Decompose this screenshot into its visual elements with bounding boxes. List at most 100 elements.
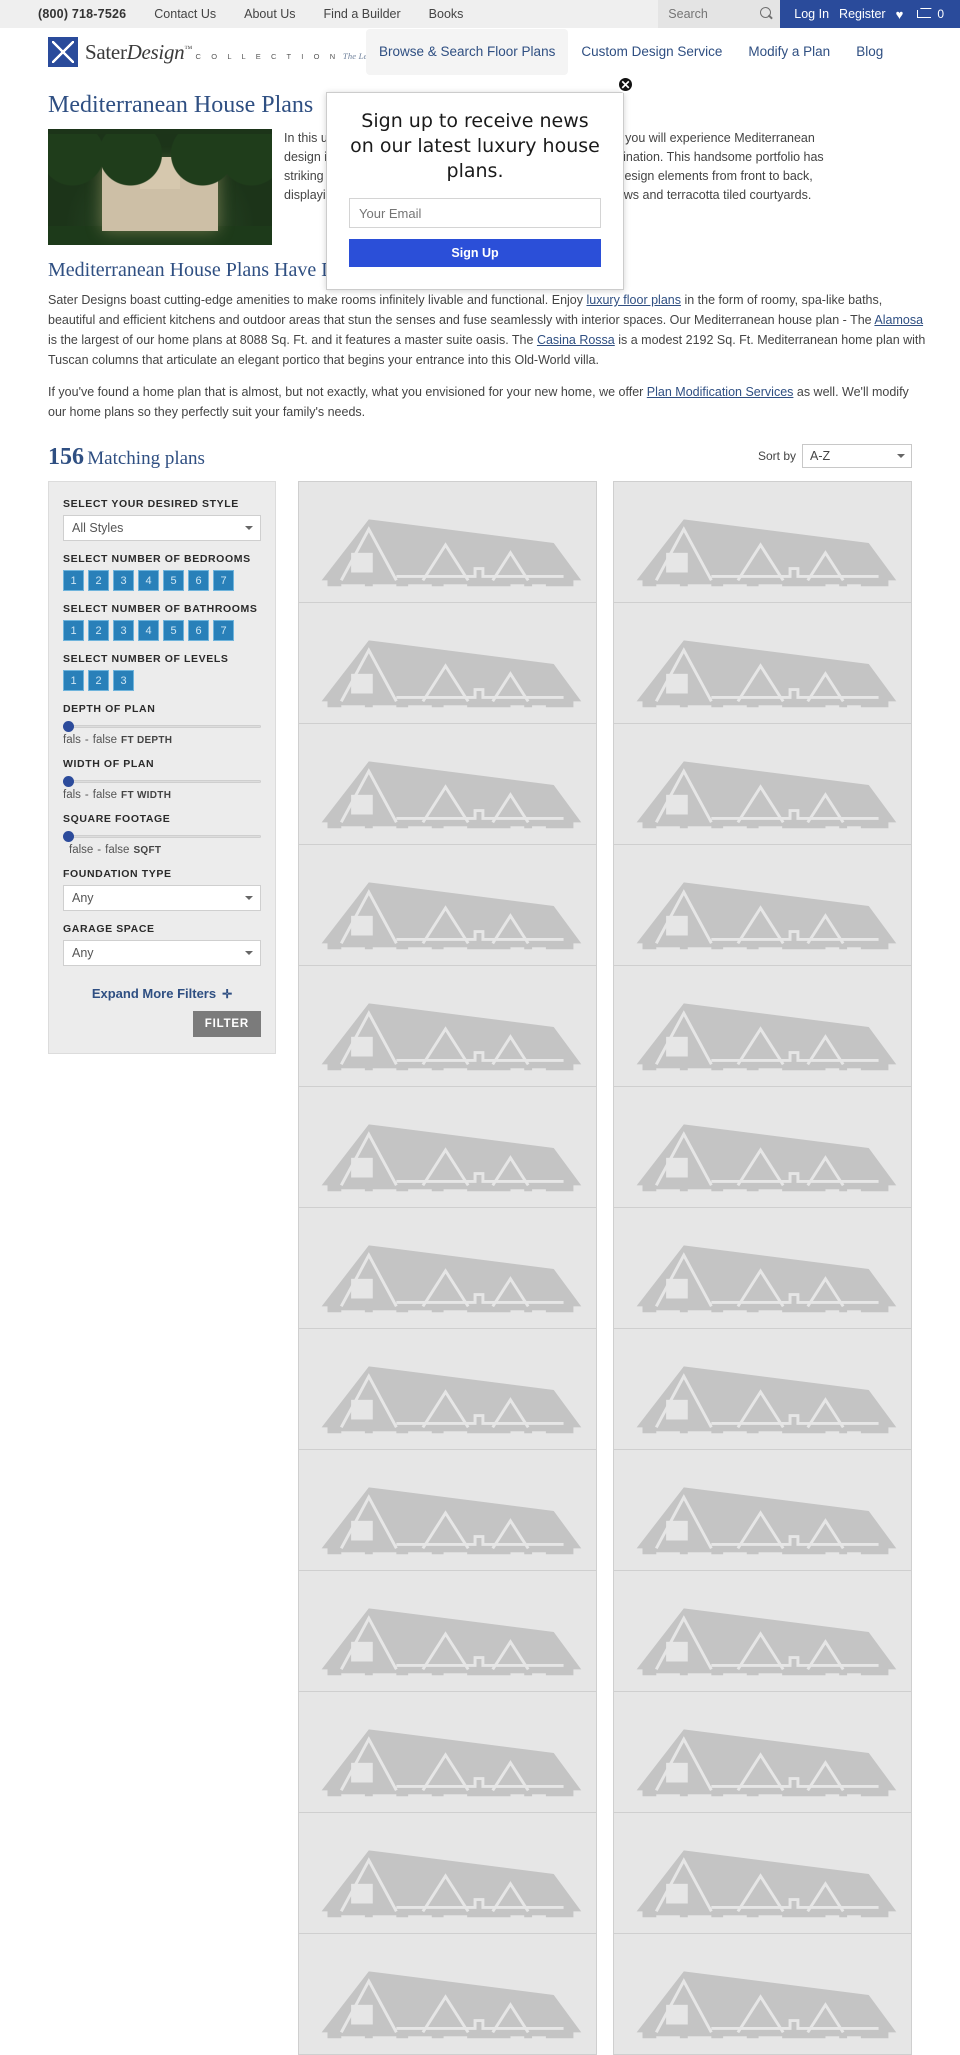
nav-blog[interactable]: Blog [843,29,896,75]
plan-results-grid [298,481,912,2055]
levels-filter-label: SELECT NUMBER OF LEVELS [63,653,229,665]
sqft-slider-handle[interactable] [63,831,74,842]
plan-card[interactable] [298,1691,597,1813]
style-select[interactable]: All Styles [63,515,261,541]
plan-card[interactable] [613,1933,912,2055]
plan-card[interactable] [613,1570,912,1692]
width-max-value: false [92,789,118,801]
expand-more-filters-button[interactable]: Expand More Filters ✛ [63,986,261,1001]
plan-card[interactable] [298,1933,597,2055]
logo-tm: ™ [184,43,192,53]
link-casina-rossa[interactable]: Casina Rossa [537,333,615,347]
bathrooms-option-3[interactable]: 3 [113,620,134,641]
bedrooms-option-3[interactable]: 3 [113,570,134,591]
modal-headline: Sign up to receive news on our latest lu… [350,110,600,182]
bathrooms-option-2[interactable]: 2 [88,620,109,641]
width-slider-handle[interactable] [63,776,74,787]
plan-card[interactable] [613,723,912,845]
plan-card[interactable] [298,844,597,966]
bedrooms-option-1[interactable]: 1 [63,570,84,591]
link-alamosa[interactable]: Alamosa [874,313,923,327]
search-icon[interactable] [760,7,772,21]
logo-line1-b: Design [126,39,185,64]
nav-browse-search-floor-plans[interactable]: Browse & Search Floor Plans [366,29,569,75]
results-header: 156 Matching plans Sort by A-Z [48,444,912,471]
depth-slider-handle[interactable] [63,721,74,732]
garage-filter-label: GARAGE SPACE [63,923,155,935]
plan-card[interactable] [298,481,597,603]
plan-card[interactable] [298,1570,597,1692]
bathrooms-option-7[interactable]: 7 [213,620,234,641]
width-min-value: fals [63,789,81,801]
search-box[interactable] [658,0,781,28]
foundation-select-value: Any [72,891,94,905]
depth-filter-label: DEPTH OF PLAN [63,703,156,715]
plan-card[interactable] [613,1812,912,1934]
register-link[interactable]: Register [839,7,886,21]
nav-books[interactable]: Books [429,7,464,21]
plan-card[interactable] [298,1207,597,1329]
bathrooms-option-1[interactable]: 1 [63,620,84,641]
apply-filter-button[interactable]: FILTER [192,1011,261,1037]
sign-up-button[interactable]: Sign Up [349,239,601,267]
width-slider[interactable] [63,775,261,787]
sqft-slider[interactable] [63,830,261,842]
levels-option-2[interactable]: 2 [88,670,109,691]
bathrooms-option-6[interactable]: 6 [188,620,209,641]
plan-card[interactable] [613,1328,912,1450]
results-count-label: Matching plans [87,448,205,469]
garage-select[interactable]: Any [63,940,261,966]
width-slider-track[interactable] [63,780,261,783]
bedrooms-option-5[interactable]: 5 [163,570,184,591]
depth-slider-track[interactable] [63,725,261,728]
plan-card[interactable] [298,723,597,845]
search-input[interactable] [666,6,759,22]
heart-icon[interactable]: ♥ [896,7,904,22]
sort-control[interactable]: Sort by A-Z [758,444,912,471]
chevron-down-icon [245,896,253,900]
sqft-slider-track[interactable] [63,835,261,838]
link-luxury-floor-plans[interactable]: luxury floor plans [586,293,681,307]
bedrooms-option-2[interactable]: 2 [88,570,109,591]
plan-card[interactable] [613,1691,912,1813]
account-bar: Log In Register ♥ 0 [780,0,960,28]
levels-option-3[interactable]: 3 [113,670,134,691]
bedrooms-option-7[interactable]: 7 [213,570,234,591]
nav-modify-a-plan[interactable]: Modify a Plan [735,29,843,75]
plan-card[interactable] [298,965,597,1087]
plan-card[interactable] [613,844,912,966]
bathrooms-option-5[interactable]: 5 [163,620,184,641]
width-range-text: fals - false FT WIDTH [63,789,261,801]
depth-range-dash: - [84,734,89,746]
depth-slider[interactable] [63,720,261,732]
bedrooms-option-4[interactable]: 4 [138,570,159,591]
log-in-link[interactable]: Log In [794,7,829,21]
para1-text-3: is the largest of our home plans at 8088… [48,333,537,347]
levels-option-1[interactable]: 1 [63,670,84,691]
foundation-select[interactable]: Any [63,885,261,911]
plan-card[interactable] [613,602,912,724]
bathrooms-option-4[interactable]: 4 [138,620,159,641]
cart-button[interactable]: 0 [917,7,944,21]
plan-card[interactable] [298,602,597,724]
nav-contact-us[interactable]: Contact Us [154,7,216,21]
sort-select[interactable]: A-Z [802,444,912,468]
nav-find-a-builder[interactable]: Find a Builder [324,7,401,21]
plan-card[interactable] [298,1812,597,1934]
bathrooms-options: 1 2 3 4 5 6 7 [63,620,261,641]
plan-card[interactable] [298,1086,597,1208]
plan-card[interactable] [613,1449,912,1571]
plan-card[interactable] [613,1086,912,1208]
plan-card[interactable] [613,965,912,1087]
plan-card[interactable] [613,1207,912,1329]
levels-options: 1 2 3 [63,670,261,691]
plan-card[interactable] [298,1449,597,1571]
close-icon[interactable]: ✕ [617,76,634,93]
plan-card[interactable] [613,481,912,603]
nav-custom-design-service[interactable]: Custom Design Service [568,29,735,75]
plan-card[interactable] [298,1328,597,1450]
link-plan-modification-services[interactable]: Plan Modification Services [647,385,794,399]
email-field[interactable] [349,198,601,228]
nav-about-us[interactable]: About Us [244,7,295,21]
bedrooms-option-6[interactable]: 6 [188,570,209,591]
